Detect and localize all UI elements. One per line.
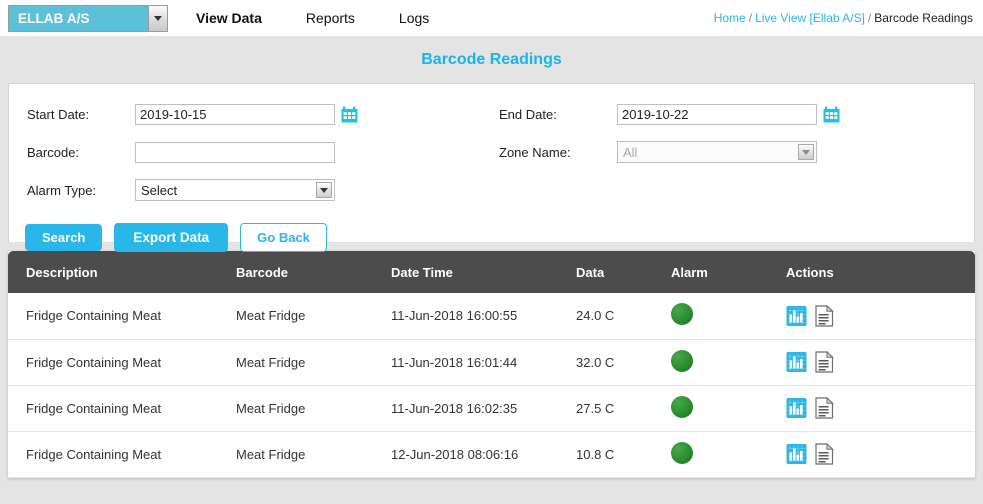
page-title-band: Barcode Readings [0,36,983,83]
company-selector[interactable]: ELLAB A/S [8,4,168,32]
main-nav: View Data Reports Logs [196,10,473,26]
cell-date-time: 11-Jun-2018 16:00:55 [373,293,558,340]
cell-data: 27.5 C [558,385,653,432]
end-date-input[interactable] [617,103,817,125]
status-badge [671,441,693,464]
alarm-type-value: Select [141,182,178,198]
column-header-alarm[interactable]: Alarm [653,251,768,293]
page-title: Barcode Readings [421,50,562,68]
cell-data: 24.0 C [558,293,653,340]
cell-date-time: 12-Jun-2018 08:06:16 [373,431,558,478]
calendar-icon[interactable] [341,106,358,123]
cell-alarm [653,385,768,432]
alarm-type-label: Alarm Type: [27,182,97,198]
cell-alarm [653,431,768,478]
nav-item-reports[interactable]: Reports [306,10,355,26]
status-badge [671,395,693,418]
table-row[interactable]: Fridge Containing Meat Meat Fridge 11-Ju… [8,339,975,386]
cell-alarm [653,339,768,386]
column-header-actions: Actions [768,251,975,293]
report-icon[interactable] [814,351,835,373]
calendar-icon[interactable] [823,106,840,123]
breadcrumb-separator: / [867,11,872,25]
breadcrumb-home[interactable]: Home [714,11,746,25]
filter-panel: Start Date: End Date: [8,83,975,252]
search-button[interactable]: Search [25,224,103,251]
chart-icon[interactable] [786,443,807,465]
go-back-button[interactable]: Go Back [240,223,327,252]
cell-barcode: Meat Fridge [218,293,373,340]
zone-name-select[interactable]: All [617,141,817,163]
cell-description: Fridge Containing Meat [8,385,218,432]
cell-actions [768,293,975,340]
cell-actions [768,385,975,432]
nav-item-logs[interactable]: Logs [399,10,429,26]
nav-item-view-data[interactable]: View Data [196,10,262,26]
table-row[interactable]: Fridge Containing Meat Meat Fridge 12-Ju… [8,431,975,478]
cell-barcode: Meat Fridge [218,385,373,432]
report-icon[interactable] [814,443,835,465]
cell-barcode: Meat Fridge [218,431,373,478]
export-data-button[interactable]: Export Data [114,223,229,252]
cell-actions [768,339,975,386]
barcode-input[interactable] [135,141,335,163]
column-header-data[interactable]: Data [558,251,653,293]
breadcrumb-live-view[interactable]: Live View [Ellab A/S] [755,11,865,25]
chart-icon[interactable] [786,397,807,419]
filter-button-row: Search Export Data Go Back [9,223,974,252]
report-icon[interactable] [814,304,835,327]
column-header-date-time[interactable]: Date Time [373,251,558,293]
results-table-wrapper: Description Barcode Date Time Data Alarm… [8,251,975,478]
table-row[interactable]: Fridge Containing Meat Meat Fridge 11-Ju… [8,293,975,340]
company-selector-value: ELLAB A/S [18,10,90,26]
table-head: Description Barcode Date Time Data Alarm… [8,251,975,293]
top-navigation-bar: ELLAB A/S View Data Reports Logs Home / Li… [0,0,983,36]
breadcrumb: Home / Live View [Ellab A/S] / Barcode Readi… [714,11,973,25]
column-header-description[interactable]: Description [8,251,218,293]
table-header-row: Description Barcode Date Time Data Alarm… [8,251,975,293]
cell-data: 10.8 C [558,431,653,478]
cell-description: Fridge Containing Meat [8,431,218,478]
chevron-down-icon[interactable] [148,5,167,31]
status-badge [671,349,693,372]
cell-description: Fridge Containing Meat [8,293,218,340]
cell-barcode: Meat Fridge [218,339,373,386]
breadcrumb-current: Barcode Readings [874,11,973,25]
chevron-down-icon[interactable] [316,182,332,198]
chart-icon[interactable] [786,351,807,373]
cell-date-time: 11-Jun-2018 16:01:44 [373,339,558,386]
filter-row-dates: Start Date: End Date: [9,98,974,130]
zone-name-value: All [623,144,638,160]
barcode-readings-table: Description Barcode Date Time Data Alarm… [8,251,975,478]
report-icon[interactable] [814,397,835,419]
start-date-label: Start Date: [27,106,90,122]
table-body: Fridge Containing Meat Meat Fridge 11-Ju… [8,293,975,478]
cell-date-time: 11-Jun-2018 16:02:35 [373,385,558,432]
barcode-label: Barcode: [27,144,80,160]
cell-description: Fridge Containing Meat [8,339,218,386]
zone-name-label: Zone Name: [499,144,571,160]
column-header-barcode[interactable]: Barcode [218,251,373,293]
cell-data: 32.0 C [558,339,653,386]
table-row[interactable]: Fridge Containing Meat Meat Fridge 11-Ju… [8,385,975,432]
end-date-label: End Date: [499,106,557,122]
start-date-input[interactable] [135,103,335,125]
filter-row-barcode-zone: Barcode: Zone Name: All [9,136,974,168]
cell-alarm [653,293,768,340]
cell-actions [768,431,975,478]
chart-icon[interactable] [786,305,807,327]
alarm-type-select[interactable]: Select [135,179,335,201]
filter-row-alarm-type: Alarm Type: Select [9,174,974,206]
status-badge [671,303,693,326]
breadcrumb-separator: / [748,11,753,25]
chevron-down-icon[interactable] [798,144,814,160]
